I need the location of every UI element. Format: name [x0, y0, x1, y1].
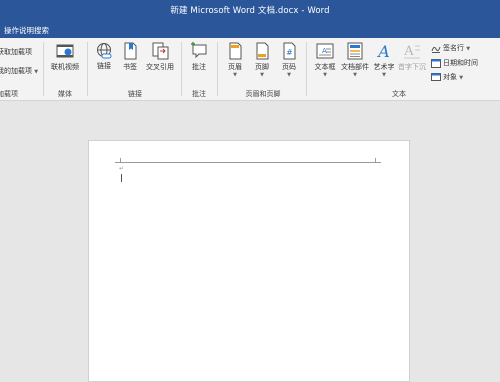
textbox-icon: A: [316, 43, 334, 59]
tell-me-bar: 操作说明搜索: [0, 22, 500, 38]
chevron-down-icon: ▼: [34, 69, 39, 75]
wordart-label: 艺术字: [373, 63, 395, 71]
drop-cap-button: A 首字下沉: [397, 42, 427, 72]
group-separator: [43, 42, 44, 96]
quick-parts-button[interactable]: 文档部件 ▼: [340, 42, 370, 78]
group-separator: [306, 42, 307, 96]
get-addins-button[interactable]: 获取加载项: [0, 47, 32, 57]
online-video-label: 联机视频: [51, 63, 79, 71]
margin-corner-mark: [115, 162, 120, 163]
cross-reference-label: 交叉引用: [146, 63, 174, 71]
cross-reference-button[interactable]: 交叉引用: [143, 42, 177, 72]
header-boundary-line: [120, 162, 375, 163]
date-time-button[interactable]: 日期和时间: [431, 58, 478, 68]
margin-corner-mark: [120, 158, 121, 163]
object-button[interactable]: 对象 ▼: [431, 72, 463, 82]
footer-label: 页脚: [255, 63, 269, 71]
chevron-down-icon: ▼: [323, 72, 327, 78]
header-label: 页眉: [228, 63, 242, 71]
svg-text:A: A: [376, 42, 390, 60]
svg-text:A: A: [403, 44, 414, 59]
quick-parts-icon: [347, 42, 363, 60]
chevron-down-icon: ▼: [459, 75, 464, 81]
chevron-down-icon: ▼: [260, 72, 264, 78]
drop-cap-icon: A: [403, 44, 420, 59]
signature-line-button[interactable]: 签名行 ▼: [431, 43, 470, 53]
bookmark-label: 书签: [123, 63, 137, 71]
group-label-media: 媒体: [58, 90, 72, 98]
globe-link-icon: [97, 43, 112, 59]
window-title: 新建 Microsoft Word 文档.docx - Word: [170, 6, 330, 16]
comment-button[interactable]: 批注: [186, 42, 212, 72]
bookmark-button[interactable]: 书签: [118, 42, 142, 72]
page-number-icon: #: [283, 42, 296, 60]
chevron-down-icon: ▼: [382, 72, 386, 78]
chevron-down-icon: ▼: [233, 72, 237, 78]
margin-corner-mark: [376, 162, 381, 163]
group-label-header-footer: 页眉和页脚: [245, 90, 281, 98]
comment-icon: [191, 42, 207, 59]
comment-label: 批注: [192, 63, 206, 71]
group-label-comments: 批注: [192, 90, 206, 98]
drop-cap-label: 首字下沉: [398, 63, 426, 71]
group-separator: [181, 42, 182, 96]
group-separator: [87, 42, 88, 96]
date-time-label: 日期和时间: [443, 59, 478, 67]
chevron-down-icon: ▼: [353, 72, 357, 78]
footer-icon: [256, 42, 269, 60]
textbox-button[interactable]: A 文本框 ▼: [311, 42, 339, 78]
signature-icon: [431, 46, 441, 53]
svg-text:#: #: [286, 48, 293, 57]
wordart-button[interactable]: A 艺术字 ▼: [371, 42, 397, 78]
bookmark-icon: [124, 42, 137, 60]
svg-text:A: A: [322, 47, 327, 55]
my-addins-button[interactable]: 我的加载项 ▼: [0, 66, 38, 76]
document-page[interactable]: [88, 140, 410, 382]
group-label-links: 链接: [128, 90, 142, 98]
online-video-button[interactable]: 联机视频: [48, 42, 82, 72]
footer-button[interactable]: 页脚 ▼: [250, 42, 274, 78]
quick-parts-label: 文档部件: [341, 63, 369, 71]
object-icon: [431, 73, 441, 81]
signature-line-label: 签名行: [443, 44, 464, 52]
title-bar: 新建 Microsoft Word 文档.docx - Word: [0, 0, 500, 22]
header-button[interactable]: 页眉 ▼: [223, 42, 247, 78]
chevron-down-icon: ▼: [287, 72, 291, 78]
group-label-addins: 加载项: [0, 90, 18, 98]
page-number-button[interactable]: # 页码 ▼: [277, 42, 301, 78]
ribbon-insert: 获取加载项 我的加载项 ▼ 加载项 联机视频 媒体 链接 书签 交叉引用 链接 …: [0, 38, 500, 101]
link-label: 链接: [97, 62, 111, 70]
group-label-text: 文本: [392, 90, 406, 98]
chevron-down-icon: ▼: [466, 46, 471, 52]
group-separator: [217, 42, 218, 96]
object-label: 对象: [443, 73, 457, 81]
cross-reference-icon: [152, 42, 169, 60]
wordart-icon: A: [376, 42, 390, 60]
video-icon: [56, 44, 74, 58]
paragraph-mark: ↵: [119, 165, 125, 172]
text-cursor: [121, 174, 122, 182]
my-addins-label: 我的加载项: [0, 67, 32, 75]
link-button[interactable]: 链接: [92, 42, 116, 71]
page-number-label: 页码: [282, 63, 296, 71]
calendar-icon: [431, 59, 441, 68]
header-icon: [229, 42, 242, 60]
textbox-label: 文本框: [314, 63, 336, 71]
tell-me-search[interactable]: 操作说明搜索: [4, 25, 49, 36]
